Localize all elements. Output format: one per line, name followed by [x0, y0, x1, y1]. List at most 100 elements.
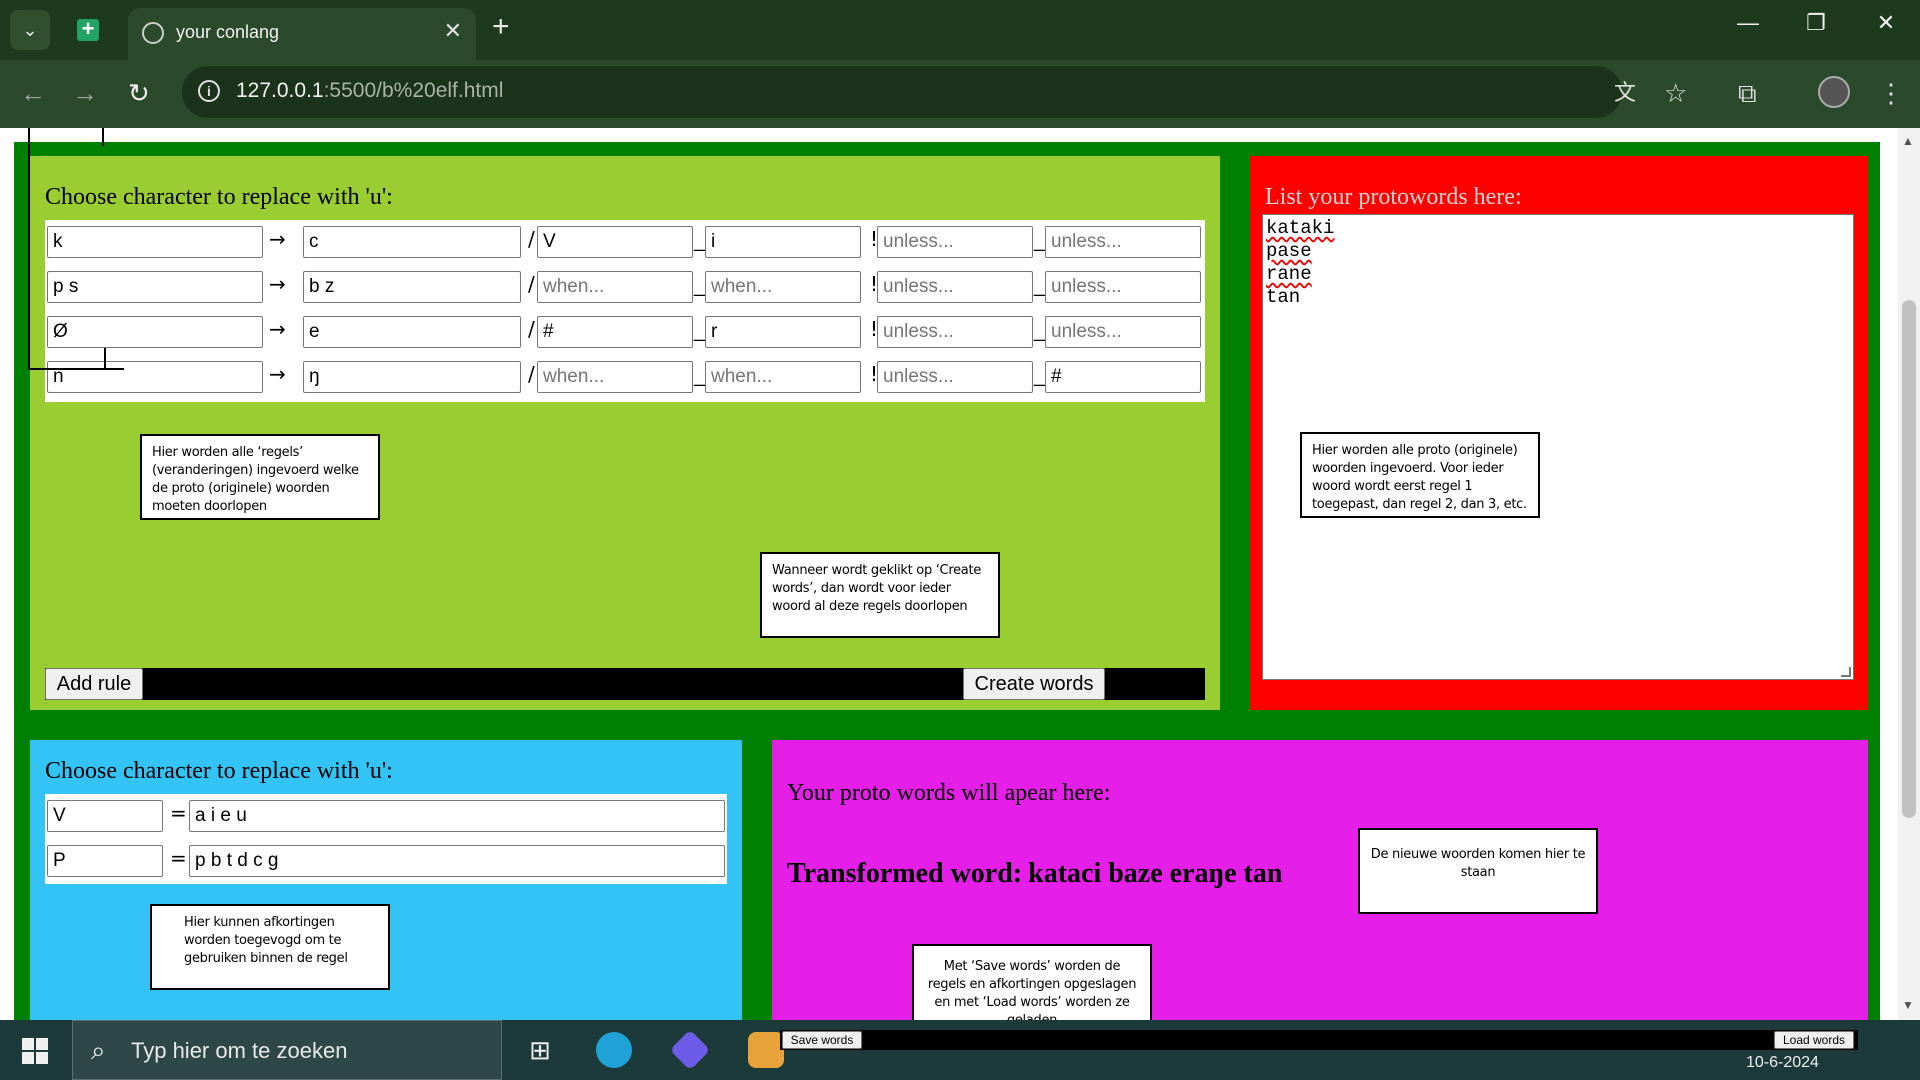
page-scrollbar[interactable]: ▲ ▼ [1898, 128, 1920, 1020]
rule-to-input[interactable]: e [303, 316, 521, 348]
output-heading: Your proto words will apear here: [787, 780, 1111, 806]
taskbar-search[interactable]: ⌕ Typ hier om te zoeken [72, 1020, 502, 1080]
rule-when-after-input[interactable]: when... [705, 271, 861, 303]
proto-words-panel: List your protowords here: kataki pase r… [1250, 156, 1868, 710]
menu-icon[interactable]: ⋮ [1878, 78, 1904, 108]
rules-panel: Choose character to replace with 'u': k … [30, 156, 1220, 710]
proto-word: rane [1266, 263, 1312, 285]
rule-to-input[interactable]: c [303, 226, 521, 258]
sheets-icon: + [77, 18, 99, 41]
rule-when-after-input[interactable]: i [705, 226, 861, 258]
rule-row: p s → b z / when... _ when... ! unless..… [45, 265, 1205, 310]
resize-handle[interactable] [1841, 667, 1851, 677]
add-rule-button[interactable]: Add rule [45, 668, 143, 700]
abbreviation-value-input[interactable]: a i e u [189, 800, 725, 832]
window-close-icon[interactable]: ✕ [1866, 10, 1906, 36]
rule-when-after-input[interactable]: when... [705, 361, 861, 393]
rule-underscore: _ [1034, 320, 1046, 342]
back-icon[interactable]: ← [20, 78, 46, 108]
browser-toolbar: ← → ↻ i 127.0.0.1:5500/b%20elf.html 文 ☆ … [0, 60, 1920, 128]
output-panel: Your proto words will apear here: Transf… [772, 740, 1868, 1020]
windows-taskbar: ⌕ Typ hier om te zoeken ⊞ 10-6-2024 [0, 1020, 1920, 1080]
create-words-button[interactable]: Create words [963, 668, 1105, 700]
abbreviations-heading: Choose character to replace with 'u': [45, 758, 393, 784]
tab-list-icon[interactable]: ⌄ [10, 10, 50, 50]
rule-arrow: → [269, 272, 286, 296]
rules-explanation-note: Hier worden alle ‘regels’ (veranderingen… [140, 434, 380, 520]
taskbar-search-placeholder: Typ hier om te zoeken [131, 1038, 348, 1063]
connector-line [102, 128, 104, 146]
rule-unless-after-input[interactable]: unless... [1045, 316, 1201, 348]
rule-underscore: _ [694, 320, 706, 342]
rule-unless-before-input[interactable]: unless... [877, 271, 1033, 303]
windows-start-icon[interactable] [22, 1038, 48, 1064]
profile-avatar[interactable] [1818, 76, 1850, 108]
active-tab[interactable]: your conlang ✕ [128, 8, 476, 60]
abbreviations-explanation-note: Hier kunnen afkortingen worden toegevogd… [150, 904, 390, 990]
rule-from-input[interactable]: Ø [47, 316, 263, 348]
rule-from-input[interactable]: p s [47, 271, 263, 303]
translate-icon[interactable]: 文 [1614, 78, 1636, 108]
url-text[interactable]: 127.0.0.1:5500/b%20elf.html [236, 79, 503, 103]
rule-slash: / [528, 317, 535, 341]
rule-from-input[interactable]: k [47, 226, 263, 258]
rule-arrow: → [269, 317, 286, 341]
reload-icon[interactable]: ↻ [128, 78, 150, 108]
explorer-icon[interactable] [748, 1032, 784, 1068]
extensions-icon[interactable]: ⧉ [1738, 78, 1757, 108]
abbreviation-key-input[interactable]: P [47, 845, 163, 877]
rule-underscore: _ [1034, 365, 1046, 387]
rule-underscore: _ [694, 365, 706, 387]
save-words-button[interactable]: Save words [782, 1031, 862, 1049]
info-icon[interactable]: i [198, 80, 220, 102]
copilot-icon[interactable] [669, 1029, 711, 1071]
scroll-up-icon[interactable]: ▲ [1902, 134, 1914, 148]
address-bar[interactable]: i 127.0.0.1:5500/b%20elf.html [182, 66, 1622, 118]
url-path: :5500/b%20elf.html [323, 79, 504, 102]
rule-from-input[interactable]: n [47, 361, 263, 393]
rule-unless-before-input[interactable]: unless... [877, 361, 1033, 393]
rule-unless-after-input[interactable]: unless... [1045, 271, 1201, 303]
rule-underscore: _ [1034, 275, 1046, 297]
rule-when-before-input[interactable]: # [537, 316, 693, 348]
edge-icon[interactable] [596, 1032, 632, 1068]
rule-slash: / [528, 362, 535, 386]
rule-unless-before-input[interactable]: unless... [877, 226, 1033, 258]
create-explanation-note: Wanneer wordt geklikt op ‘Create words’,… [760, 552, 1000, 638]
plus-icon[interactable]: + [492, 12, 510, 42]
proto-explanation-note: Hier worden alle proto (originele) woord… [1300, 432, 1540, 518]
rules-button-bar: Add rule Create words [45, 668, 1205, 700]
save-load-bar: Save words Load words [780, 1030, 1858, 1050]
restore-icon[interactable]: ❐ [1796, 10, 1836, 36]
rule-to-input[interactable]: b z [303, 271, 521, 303]
rule-when-before-input[interactable]: V [537, 226, 693, 258]
star-icon[interactable]: ☆ [1664, 78, 1687, 108]
forward-icon[interactable]: → [72, 78, 98, 108]
proto-word: tan [1266, 286, 1301, 308]
minimize-icon[interactable]: — [1728, 10, 1768, 36]
rule-arrow: → [269, 227, 286, 251]
abbreviation-key-input[interactable]: V [47, 800, 163, 832]
close-icon[interactable]: ✕ [444, 18, 462, 44]
rule-unless-after-input[interactable]: # [1045, 361, 1201, 393]
rule-unless-before-input[interactable]: unless... [877, 316, 1033, 348]
connector-line [104, 348, 106, 370]
rule-when-before-input[interactable]: when... [537, 271, 693, 303]
scroll-down-icon[interactable]: ▼ [1902, 998, 1914, 1012]
pinned-tab[interactable]: + [72, 14, 104, 46]
browser-tab-bar: ⌄ + your conlang ✕ + — ❐ ✕ [0, 0, 1920, 60]
rule-unless-after-input[interactable]: unless... [1045, 226, 1201, 258]
rule-to-input[interactable]: ŋ [303, 361, 521, 393]
load-words-button[interactable]: Load words [1774, 1031, 1854, 1049]
scroll-thumb[interactable] [1902, 300, 1916, 818]
rule-when-before-input[interactable]: when... [537, 361, 693, 393]
rule-when-after-input[interactable]: r [705, 316, 861, 348]
abbreviation-equals: = [170, 801, 187, 825]
tab-title: your conlang [176, 22, 280, 42]
abbreviation-value-input[interactable]: p b t d c g [189, 845, 725, 877]
url-host: 127.0.0.1 [236, 79, 324, 102]
task-view-icon[interactable]: ⊞ [522, 1032, 558, 1068]
page-viewport: Choose character to replace with 'u': k … [0, 128, 1920, 1020]
abbreviation-row: V = a i e u [45, 794, 727, 839]
rules-table: k → c / V _ i ! unless... _ unless... p … [45, 220, 1205, 402]
